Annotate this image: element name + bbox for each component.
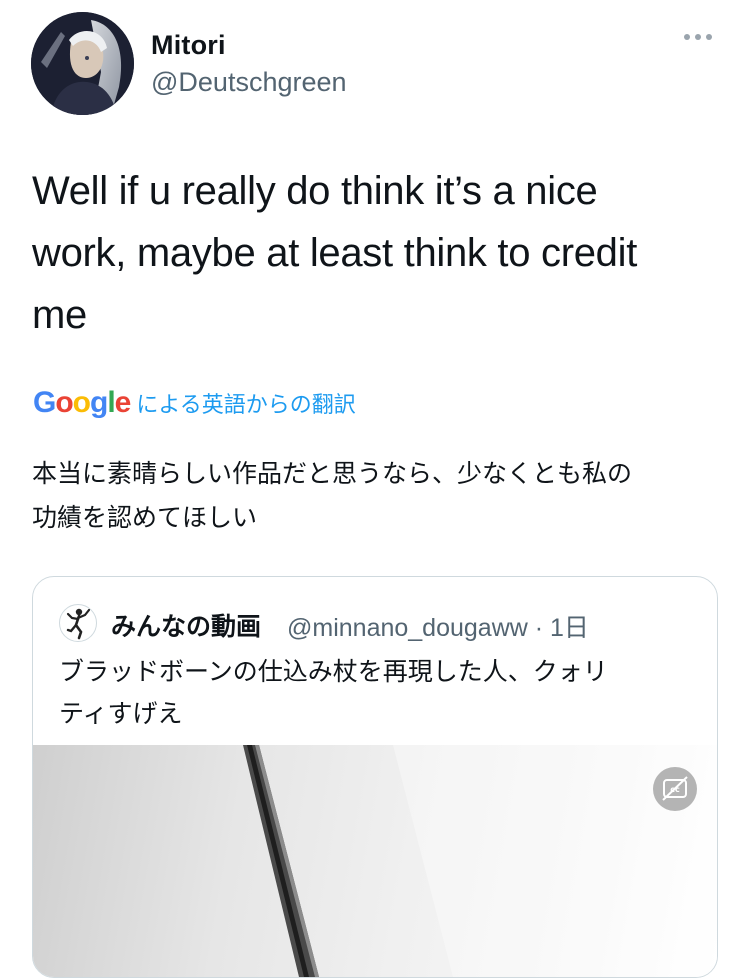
tweet-text-line: Well if u really do think it’s a nice	[32, 169, 598, 213]
tweet-text-line: work, maybe at least think to credit	[32, 231, 638, 275]
dot	[684, 34, 690, 40]
user-handle[interactable]: @Deutschgreen	[151, 67, 347, 98]
translated-text-line: 功績を認めてほしい	[32, 504, 258, 532]
translated-text-line: 本当に素晴らしい作品だと思うなら、少なくとも私の	[32, 460, 633, 488]
quoted-avatar[interactable]	[59, 604, 97, 642]
avatar-artwork	[31, 12, 134, 115]
closed-captions-button[interactable]: cc	[653, 767, 697, 811]
video-frame	[243, 745, 717, 977]
more-options-icon[interactable]	[684, 30, 718, 44]
avatar[interactable]	[31, 12, 134, 115]
dot	[695, 34, 701, 40]
google-logo: Google	[33, 386, 131, 419]
tweet: Mitori @Deutschgreen Well if u really do…	[0, 0, 750, 978]
translated-text: 本当に素晴らしい作品だと思うなら、少なくとも私の 功績を認めてほしい	[32, 452, 722, 540]
dot	[706, 34, 712, 40]
quoted-video[interactable]: cc	[33, 745, 717, 977]
translation-attribution[interactable]: Google による英語からの翻訳	[33, 386, 356, 420]
quoted-tweet[interactable]: みんなの動画 @minnano_dougaww · 1日 ブラッドボーンの仕込み…	[32, 576, 718, 978]
quoted-handle-and-time[interactable]: @minnano_dougaww · 1日	[287, 608, 589, 644]
quoted-display-name[interactable]: みんなの動画	[111, 607, 261, 643]
quoted-text-line: ティすげえ	[59, 700, 183, 728]
quoted-text: ブラッドボーンの仕込み杖を再現した人、クォリ ティすげえ	[59, 651, 699, 735]
tweet-text: Well if u really do think it’s a nice wo…	[32, 160, 722, 346]
quoted-text-line: ブラッドボーンの仕込み杖を再現した人、クォリ	[59, 658, 608, 686]
display-name[interactable]: Mitori	[151, 30, 226, 61]
closed-captions-off-icon: cc	[662, 776, 688, 801]
tweet-text-line: me	[32, 293, 87, 337]
translation-label[interactable]: による英語からの翻訳	[136, 387, 355, 419]
running-figure-icon	[66, 608, 91, 640]
